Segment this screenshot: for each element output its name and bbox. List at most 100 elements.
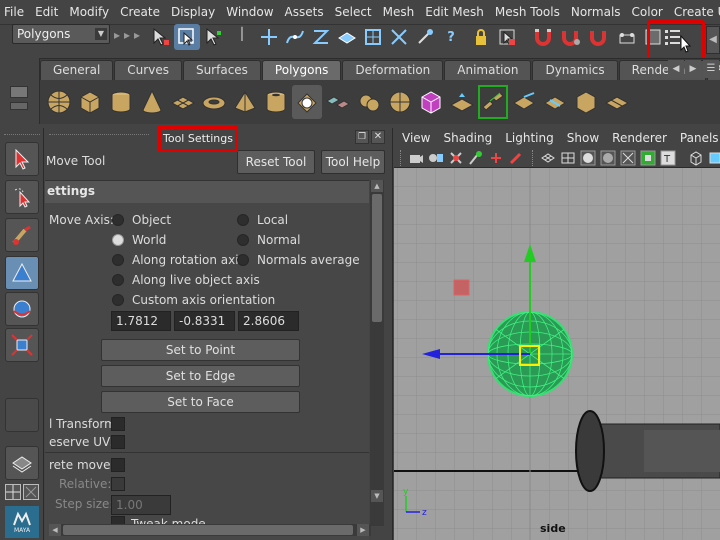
discrete-move-checkbox[interactable] — [111, 458, 125, 472]
poly-cylinder-icon[interactable] — [106, 85, 136, 119]
smooth-shade-icon[interactable] — [580, 150, 596, 166]
scroll-up-icon[interactable]: ▲ — [371, 180, 383, 192]
menu-file[interactable]: File — [4, 5, 32, 19]
tab-general[interactable]: General — [40, 60, 114, 80]
menu-normals[interactable]: Normals — [571, 5, 629, 19]
axis-local-radio[interactable] — [237, 214, 249, 226]
vertical-scrollbar[interactable]: ▲ ▼ — [370, 180, 384, 526]
poly-cube-icon[interactable] — [75, 85, 105, 119]
menu-color[interactable]: Color — [632, 5, 671, 19]
axis-custom-radio[interactable] — [112, 294, 124, 306]
grid-toggle-icon[interactable] — [560, 150, 576, 166]
select-tool-button[interactable] — [5, 142, 39, 176]
layout-single-icon[interactable] — [5, 446, 39, 480]
menu-assets[interactable]: Assets — [285, 5, 332, 19]
step-size-field[interactable]: 1.00 — [111, 495, 171, 515]
scroll-right-icon[interactable]: ▶ — [357, 524, 369, 536]
insert-loop-icon[interactable] — [602, 85, 632, 119]
poly-sphere-icon[interactable] — [44, 85, 74, 119]
select-object-icon[interactable] — [174, 24, 200, 50]
split-icon[interactable] — [540, 85, 570, 119]
menu-edit[interactable]: Edit — [35, 5, 66, 19]
shadows-icon[interactable] — [640, 150, 656, 166]
set-to-edge-button[interactable]: Set to Edge — [101, 365, 300, 387]
axis-normals-average-radio[interactable] — [237, 254, 249, 266]
grease-pencil-icon[interactable] — [508, 150, 524, 166]
float-panel-icon[interactable]: ❐ — [355, 130, 369, 144]
tool-help-button[interactable]: Tool Help — [321, 150, 385, 174]
viewport-menu-panels[interactable]: Panels — [680, 131, 719, 145]
tab-animation[interactable]: Animation — [444, 60, 532, 80]
menu-display[interactable]: Display — [171, 5, 223, 19]
viewport-menu-renderer[interactable]: Renderer — [612, 131, 667, 145]
menu-modify[interactable]: Modify — [69, 5, 117, 19]
bookmark-icon[interactable] — [448, 150, 464, 166]
horizontal-scrollbar[interactable]: ◀ ▶ — [49, 524, 371, 536]
camera-attributes-icon[interactable] — [428, 150, 444, 166]
append-icon[interactable] — [509, 85, 539, 119]
select-lock-icon[interactable] — [494, 24, 520, 50]
magnet-surface-icon[interactable] — [558, 24, 584, 50]
tab-dynamics[interactable]: Dynamics — [532, 60, 618, 80]
select-hierarchy-icon[interactable] — [148, 24, 174, 50]
paint-select-tool-button[interactable] — [5, 218, 39, 252]
viewport-menu-shading[interactable]: Shading — [443, 131, 492, 145]
smooth-icon[interactable] — [385, 85, 415, 119]
transform-checkbox[interactable] — [111, 417, 125, 431]
custom-axis-z-field[interactable]: 2.8606 — [238, 311, 299, 331]
magnet-icon[interactable] — [530, 24, 556, 50]
axis-normal-radio[interactable] — [237, 234, 249, 246]
history-icon[interactable] — [386, 24, 412, 50]
collapse-arrows-icon[interactable]: ▸▸▸ — [114, 28, 144, 48]
last-tool-button[interactable] — [5, 398, 39, 432]
close-icon[interactable]: ✕ — [371, 130, 385, 144]
two-d-pan-icon[interactable] — [488, 150, 504, 166]
menu-window[interactable]: Window — [226, 5, 281, 19]
construction-plane-icon[interactable] — [614, 24, 640, 50]
snap-grid-icon[interactable] — [256, 24, 282, 50]
h-scroll-thumb[interactable] — [63, 525, 353, 535]
menu-create-uvs[interactable]: Create UVs — [674, 5, 720, 19]
snap-view-plane-icon[interactable] — [334, 24, 360, 50]
axis-rotation-radio[interactable] — [112, 254, 124, 266]
axis-live-object-radio[interactable] — [112, 274, 124, 286]
render-icon[interactable] — [412, 24, 438, 50]
lock-icon[interactable] — [468, 24, 494, 50]
rotate-tool-button[interactable] — [5, 292, 39, 326]
poly-soccer-icon[interactable] — [292, 85, 322, 119]
poly-plane-icon[interactable] — [168, 85, 198, 119]
image-plane-icon[interactable] — [468, 150, 484, 166]
lasso-tool-button[interactable] — [5, 180, 39, 214]
shelf-tab-menu-icon[interactable]: ☰ — [703, 60, 719, 78]
poly-pipe-icon[interactable] — [261, 85, 291, 119]
tab-deformation[interactable]: Deformation — [342, 60, 444, 80]
shelf-tab-left-icon[interactable]: ◀ — [668, 60, 684, 78]
tool-settings-toggle-button[interactable] — [647, 20, 705, 60]
bevel-icon[interactable] — [571, 85, 601, 119]
tab-polygons[interactable]: Polygons — [261, 60, 342, 80]
relative-checkbox[interactable] — [111, 477, 125, 491]
viewport[interactable]: y z side — [394, 128, 720, 540]
viewport-scene[interactable]: y z — [394, 128, 720, 540]
menu-set-select[interactable]: Polygons ▼ — [12, 24, 110, 44]
axis-object-radio[interactable] — [112, 214, 124, 226]
menu-edit-mesh[interactable]: Edit Mesh — [425, 5, 492, 19]
separate-icon[interactable] — [354, 85, 384, 119]
layout-four-icon[interactable] — [5, 484, 21, 500]
tab-surfaces[interactable]: Surfaces — [182, 60, 261, 80]
menu-select[interactable]: Select — [335, 5, 380, 19]
scroll-left-icon[interactable]: ◀ — [49, 524, 61, 536]
status-line-scroll-icon[interactable]: ◀ — [706, 26, 720, 54]
set-to-face-button[interactable]: Set to Face — [101, 391, 300, 413]
shelf-menu-icon[interactable] — [10, 86, 28, 98]
xray-icon[interactable] — [708, 150, 720, 166]
shelf-options-icon[interactable] — [10, 102, 28, 110]
bridge-icon[interactable] — [478, 85, 508, 119]
texture-display-icon[interactable]: T — [660, 150, 676, 166]
extrude-icon[interactable] — [447, 85, 477, 119]
combine-icon[interactable] — [323, 85, 353, 119]
camera-icon[interactable] — [408, 150, 424, 166]
custom-axis-x-field[interactable]: 1.7812 — [111, 311, 171, 331]
reset-tool-button[interactable]: Reset Tool — [237, 150, 315, 174]
scroll-thumb[interactable] — [372, 194, 382, 322]
